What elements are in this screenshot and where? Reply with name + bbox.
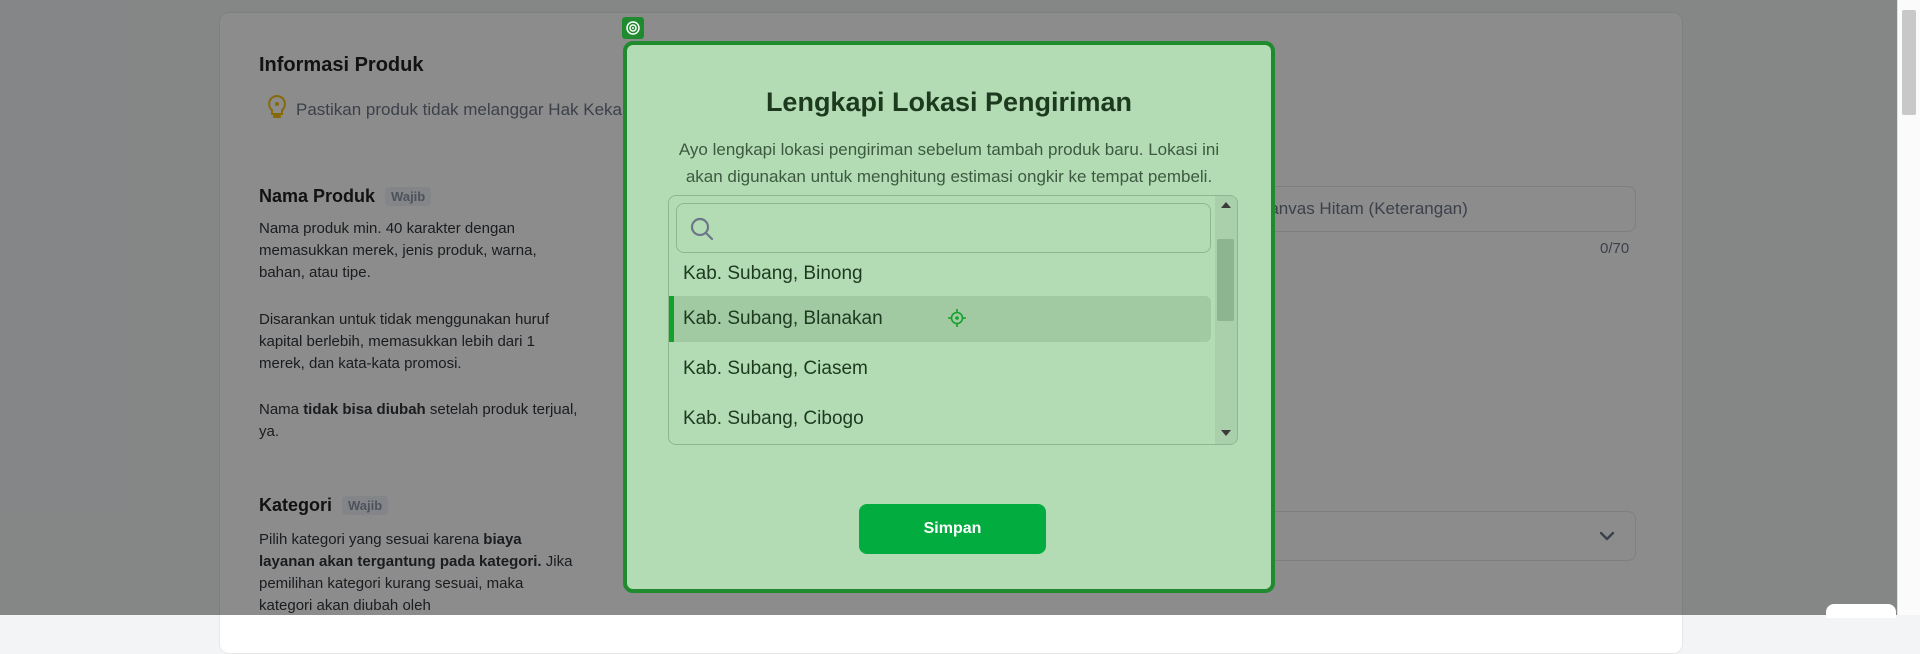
page-scrollbar-thumb[interactable] [1902,10,1916,115]
modal-description: Ayo lengkapi lokasi pengiriman sebelum t… [678,140,1220,186]
listbox-scrollbar[interactable] [1215,196,1237,444]
search-input[interactable] [725,212,1199,246]
listbox-scrollbar-thumb[interactable] [1217,239,1234,321]
scroll-up-arrow-icon[interactable] [1221,202,1231,208]
location-search-box[interactable] [676,203,1211,253]
search-icon [689,216,715,247]
scroll-down-arrow-icon[interactable] [1221,430,1231,436]
list-item[interactable]: Kab. Subang, Ciasem [669,346,1209,392]
list-item[interactable]: Kab. Subang, Cibogo [669,396,1209,442]
crosshair-icon [948,309,966,333]
shipping-location-modal: Lengkapi Lokasi Pengiriman Ayo lengkapi … [623,41,1275,593]
modal-title: Lengkapi Lokasi Pengiriman [765,87,1133,117]
save-button[interactable]: Simpan [859,504,1046,554]
corner-widget [1826,604,1896,618]
page-scrollbar[interactable] [1897,0,1920,615]
location-listbox[interactable]: Kab. Subang, Binong Kab. Subang, Blanaka… [668,195,1238,445]
list-item-selected[interactable]: Kab. Subang, Blanakan [669,296,1211,342]
list-item[interactable]: Kab. Subang, Binong [669,251,1209,297]
target-icon [622,17,644,39]
